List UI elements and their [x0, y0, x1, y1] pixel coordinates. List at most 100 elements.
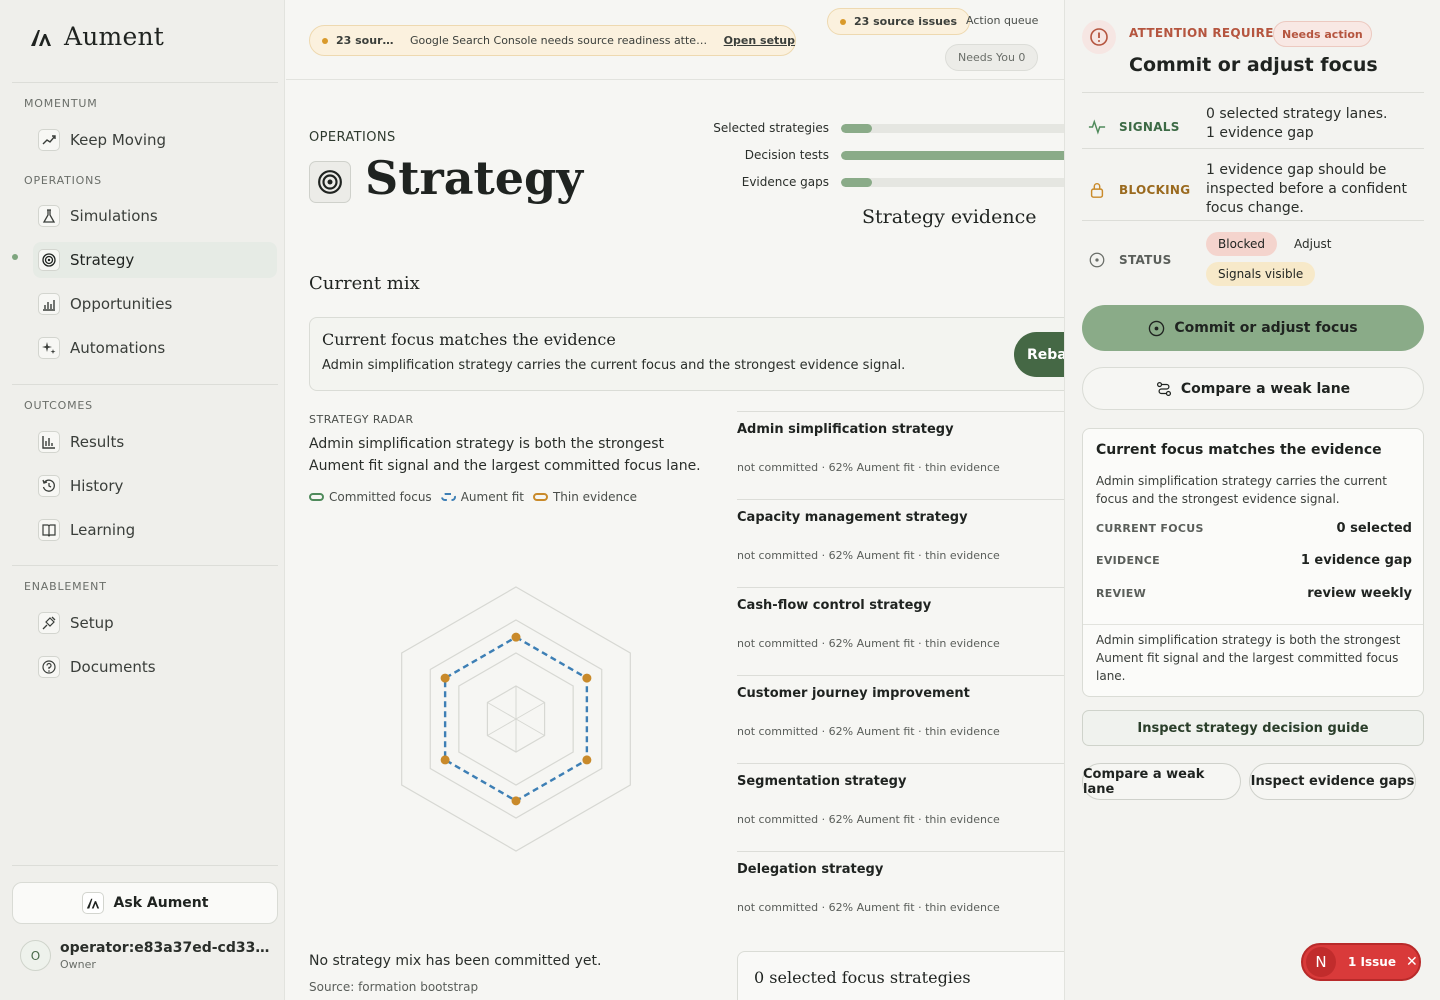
card-title: Current focus matches the evidence — [1096, 442, 1382, 458]
radar-point — [582, 755, 592, 765]
strategy-lane[interactable]: Customer journey improvement not committe… — [737, 675, 1064, 763]
ask-aument-button[interactable]: Ask Aument — [12, 882, 278, 924]
sidebar-item-opportunities[interactable]: Opportunities — [33, 286, 277, 322]
operator-profile[interactable]: O operator:e83a37ed-cd33-41… Owner — [20, 940, 270, 971]
sidebar-item-results[interactable]: Results — [33, 424, 277, 460]
sidebar-item-label: Learning — [70, 521, 136, 539]
alert-count: 23 sourc… — [336, 34, 398, 47]
lane-name: Segmentation strategy — [737, 774, 907, 789]
divider — [1082, 220, 1424, 221]
sidebar-item-documents[interactable]: Documents — [33, 649, 277, 685]
strategy-lane[interactable]: Admin simplification strategy not committ… — [737, 411, 1064, 499]
sidebar-item-learning[interactable]: Learning — [33, 512, 277, 548]
top-bar: 23 sourc… Google Search Console needs so… — [286, 0, 1064, 80]
blocking-text: 1 evidence gap should be inspected befor… — [1206, 162, 1408, 216]
decision-guide-button[interactable]: Inspect strategy decision guide — [1082, 710, 1424, 746]
evidence-bar-row: Selected strategies — [711, 121, 1064, 135]
history-icon — [38, 475, 60, 497]
compare-weak-lane-small-button[interactable]: Compare a weak lane — [1082, 763, 1241, 800]
source-alert-banner[interactable]: 23 sourc… Google Search Console needs so… — [309, 25, 796, 56]
legend-label: Aument fit — [460, 490, 524, 504]
sidebar-item-history[interactable]: History — [33, 468, 277, 504]
issue-avatar: N — [1306, 947, 1336, 977]
needs-you-pill[interactable]: Needs You 0 — [945, 44, 1039, 71]
active-indicator — [12, 254, 18, 260]
sidebar-item-simulations[interactable]: Simulations — [33, 198, 277, 234]
signals-line: 1 evidence gap — [1206, 125, 1314, 141]
sidebar-item-automations[interactable]: Automations — [33, 330, 277, 366]
issue-badge[interactable]: N 1 Issue ✕ — [1301, 943, 1421, 981]
evidence-bar-label: Decision tests — [744, 148, 829, 162]
panel-title: Commit or adjust focus — [1129, 54, 1378, 76]
compare-label: Compare a weak lane — [1180, 380, 1351, 397]
kv-value: review weekly — [1307, 586, 1412, 601]
lane-name: Customer journey improvement — [737, 686, 970, 701]
kv-key: REVIEW — [1096, 587, 1147, 600]
sidebar-item-keep-moving[interactable]: Keep Moving — [33, 122, 277, 158]
sidebar-item-label: Results — [70, 433, 125, 451]
evidence-bar-row: Decision tests — [711, 148, 1064, 162]
section-operations: OPERATIONS — [24, 174, 102, 187]
sidebar: Aument MOMENTUM Keep Moving OPERATIONS S… — [0, 0, 285, 1000]
kv-value: 1 evidence gap — [1300, 553, 1412, 568]
close-icon[interactable]: ✕ — [1406, 954, 1418, 970]
kv-evidence: EVIDENCE 1 evidence gap — [1096, 553, 1412, 568]
attention-panel: ATTENTION REQUIRED Needs action Commit o… — [1064, 0, 1440, 1000]
compare-weak-lane-button[interactable]: Compare a weak lane — [1082, 367, 1424, 410]
focus-title: Current focus matches the evidence — [322, 330, 616, 349]
evidence-title: Strategy evidence — [862, 206, 1037, 228]
divider — [12, 384, 278, 385]
action-queue-link[interactable]: Action queue — [966, 14, 1038, 27]
lane-meta: not committed · 62% Aument fit · thin ev… — [737, 901, 1000, 914]
main-content: OPERATIONS Strategy Selected strategies D… — [286, 81, 1064, 1000]
no-mix-text: No strategy mix has been committed yet. — [309, 953, 602, 969]
rebalance-button[interactable]: Rebal — [1014, 332, 1064, 377]
activity-icon — [1087, 117, 1107, 137]
source-issues-pill[interactable]: 23 source issues — [827, 8, 971, 35]
alert-message: Google Search Console needs source readi… — [409, 34, 712, 47]
sidebar-item-setup[interactable]: Setup — [33, 605, 277, 641]
alert-circle-icon — [1082, 20, 1116, 54]
legend-label: Thin evidence — [552, 490, 638, 504]
target-icon — [1149, 320, 1165, 336]
sidebar-item-label: Keep Moving — [70, 131, 167, 149]
strategy-lane[interactable]: Cash-flow control strategy not committed … — [737, 587, 1064, 675]
open-setup-link[interactable]: Open setup — [724, 34, 795, 47]
lane-meta: not committed · 62% Aument fit · thin ev… — [737, 725, 1000, 738]
avatar: O — [20, 940, 51, 971]
sidebar-item-label: Simulations — [70, 207, 158, 225]
lane-name: Capacity management strategy — [737, 510, 968, 525]
strategy-lane[interactable]: Capacity management strategy not committe… — [737, 499, 1064, 587]
needs-action-badge: Needs action — [1273, 21, 1372, 47]
radar-spoke — [515, 718, 545, 736]
inspect-gaps-button[interactable]: Inspect evidence gaps — [1249, 763, 1416, 800]
plug-icon — [38, 612, 60, 634]
bar-chart-icon — [38, 431, 60, 453]
target-icon — [309, 161, 351, 203]
kv-key: EVIDENCE — [1096, 554, 1160, 567]
strategy-lane[interactable]: Segmentation strategy not committed · 62%… — [737, 763, 1064, 851]
legend-thin: Thin evidence — [532, 490, 638, 504]
divider — [1082, 92, 1424, 93]
radar-point — [440, 673, 450, 683]
lane-meta: not committed · 62% Aument fit · thin ev… — [737, 637, 1000, 650]
issue-label: 1 Issue — [1348, 955, 1396, 969]
sidebar-item-label: History — [70, 477, 124, 495]
brand-logo[interactable]: Aument — [28, 22, 164, 51]
target-icon — [38, 249, 60, 271]
blocking-label: BLOCKING — [1119, 183, 1191, 197]
legend-committed: Committed focus — [309, 490, 432, 504]
commit-focus-button[interactable]: Commit or adjust focus — [1082, 305, 1424, 351]
aument-logo-icon — [31, 29, 51, 46]
sidebar-item-label: Opportunities — [70, 295, 173, 313]
divider — [12, 82, 278, 83]
evidence-bar-label: Selected strategies — [713, 121, 829, 135]
selected-title: 0 selected focus strategies — [754, 968, 971, 987]
divider — [12, 565, 278, 566]
evidence-bar-track — [841, 123, 1064, 133]
sidebar-item-label: Documents — [70, 658, 156, 676]
operator-role: Owner — [60, 958, 96, 971]
strategy-lane[interactable]: Delegation strategy not committed · 62% A… — [737, 851, 1064, 939]
sidebar-item-strategy[interactable]: Strategy — [33, 242, 277, 278]
signals-label: SIGNALS — [1119, 120, 1180, 134]
